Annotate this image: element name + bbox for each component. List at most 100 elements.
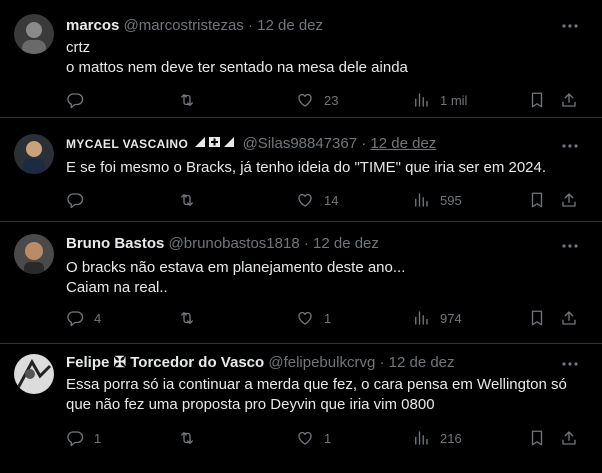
bookmark-button[interactable] [528,188,546,212]
retweet-button[interactable] [178,88,206,112]
bookmark-button[interactable] [528,88,546,112]
share-icon [562,431,576,445]
tweet-date[interactable]: 12 de dez [370,135,436,152]
user-handle[interactable]: @brunobastos1818 [169,235,300,252]
reply-icon [67,431,84,447]
tweet-text-line: o mattos nem deve ter sentado na mesa de… [66,59,408,76]
share-icon [562,193,576,207]
retweet-button[interactable] [178,306,206,330]
tweet[interactable]: Bruno Bastos @brunobastos1818 · 12 de de… [0,222,602,344]
like-icon [298,311,312,325]
like-count: 14 [324,192,339,208]
more-icon[interactable] [560,354,580,374]
like-count: 1 [324,310,332,326]
tweet-text-line: que não fez uma proposta pro Deyvin que … [66,396,435,413]
share-icon [562,93,576,107]
action-bar: 14 595 [58,188,588,212]
reply-button[interactable]: 1 [66,426,101,450]
retweet-button[interactable] [178,426,206,450]
tweet-header: Bruno Bastos @brunobastos1818 · 12 de de… [66,234,379,254]
verified-emoji-icon [194,134,238,154]
display-name[interactable]: MYCAEL VASCAINO [66,137,188,151]
like-button[interactable]: 14 [296,188,338,212]
bookmark-icon [531,192,543,208]
user-handle[interactable]: @marcostristezas [124,17,244,34]
action-bar: 1 1 216 [58,426,588,450]
tweet[interactable]: Felipe ✠ Torcedor do Vasco @felipebulkcr… [0,344,602,473]
views-button[interactable]: 974 [412,306,462,330]
tweet-text: O bracks não estava em planejamento dest… [66,258,586,298]
views-button[interactable]: 216 [412,426,462,450]
retweet-icon [181,432,193,444]
action-bar: 4 1 974 [58,306,588,330]
avatar[interactable] [14,134,54,174]
tweet-text-line: O bracks não estava em planejamento dest… [66,259,406,276]
reply-count: 4 [94,310,102,326]
bookmark-button[interactable] [528,426,546,450]
like-icon [298,431,312,445]
share-button[interactable] [560,306,578,330]
like-button[interactable]: 1 [296,426,331,450]
views-count: 216 [440,430,462,446]
avatar[interactable] [14,14,54,54]
tweet-date[interactable]: 12 de dez [313,235,379,252]
separator-dot: · [303,235,309,252]
like-icon [298,93,312,107]
display-name[interactable]: Bruno Bastos [66,235,164,252]
retweet-icon [181,312,193,324]
tweet[interactable]: MYCAEL VASCAINO @Silas98847367 · 12 de d… [0,118,602,222]
avatar[interactable] [14,354,54,394]
reply-icon [67,93,84,109]
user-handle[interactable]: @felipebulkcrvg [268,354,375,371]
views-icon [415,431,428,445]
user-handle[interactable]: @Silas98847367 [243,135,357,152]
reply-icon [67,193,84,209]
reply-button[interactable]: 4 [66,306,101,330]
views-icon [415,93,428,107]
reply-button[interactable] [66,188,94,212]
like-button[interactable]: 1 [296,306,331,330]
bookmark-icon [531,310,543,326]
views-button[interactable]: 1 mil [412,88,467,112]
bookmark-button[interactable] [528,306,546,330]
more-icon[interactable] [560,136,580,156]
display-name[interactable]: Felipe ✠ Torcedor do Vasco [66,354,264,371]
share-icon [562,311,576,325]
tweet-date[interactable]: 12 de dez [389,354,455,371]
tweet-text: E se foi mesmo o Bracks, já tenho ideia … [66,158,586,178]
reply-button[interactable] [66,88,94,112]
tweet-date[interactable]: 12 de dez [257,17,323,34]
display-name[interactable]: marcos [66,17,119,34]
tweet-text-line: Essa porra só ia continuar a merda que f… [66,376,567,393]
like-count: 1 [324,430,332,446]
more-icon[interactable] [560,16,580,36]
tweet-text: Essa porra só ia continuar a merda que f… [66,375,586,415]
share-button[interactable] [560,188,578,212]
like-count: 23 [324,92,339,108]
tweet-text: crtz o mattos nem deve ter sentado na me… [66,38,586,78]
views-count: 974 [440,310,462,326]
action-bar: 23 1 mil [58,88,588,112]
retweet-icon [181,194,193,206]
views-count: 595 [440,192,462,208]
retweet-icon [181,94,193,106]
retweet-button[interactable] [178,188,206,212]
bookmark-icon [531,430,543,446]
tweet-header: marcos @marcostristezas · 12 de dez [66,16,323,36]
share-button[interactable] [560,426,578,450]
tweet-text-line: crtz [66,39,91,56]
tweet[interactable]: marcos @marcostristezas · 12 de dez crtz… [0,0,602,118]
tweet-header: Felipe ✠ Torcedor do Vasco @felipebulkcr… [66,353,455,373]
separator-dot: · [379,354,385,371]
like-button[interactable]: 23 [296,88,338,112]
views-button[interactable]: 595 [412,188,462,212]
share-button[interactable] [560,88,578,112]
bookmark-icon [531,92,543,108]
avatar[interactable] [14,234,54,274]
views-icon [415,311,428,325]
views-count: 1 mil [440,92,468,108]
views-icon [415,193,428,207]
separator-dot: · [361,135,367,152]
more-icon[interactable] [560,236,580,256]
tweet-text-line: Caiam na real.. [66,279,168,296]
